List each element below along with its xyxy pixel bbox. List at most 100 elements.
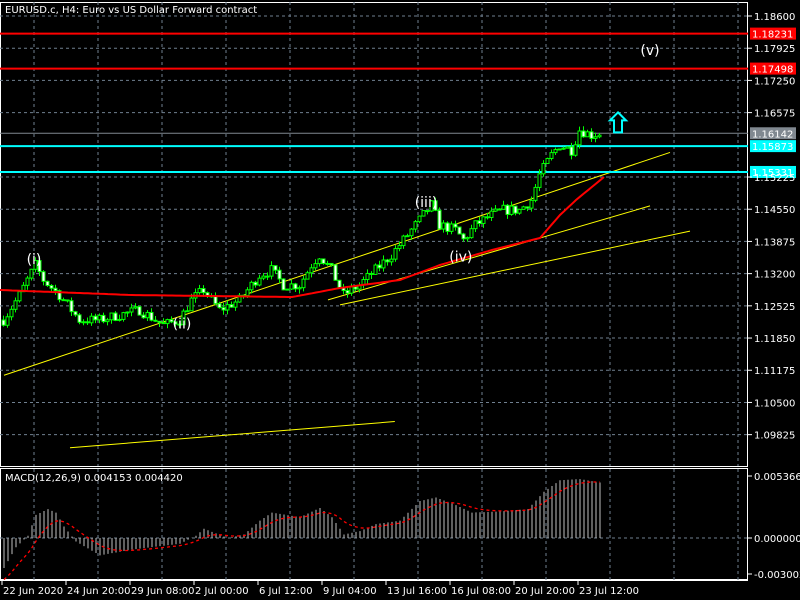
time-tick-label: 29 Jun 08:00 — [131, 586, 195, 597]
candle-body — [449, 223, 454, 232]
candle-body — [465, 237, 470, 240]
candle-body — [493, 208, 498, 212]
candle-body — [581, 130, 586, 138]
grid — [0, 2, 748, 580]
candle-body — [373, 264, 378, 275]
candle-body — [413, 221, 418, 230]
trendline[interactable] — [339, 230, 691, 306]
candle-body — [321, 258, 326, 264]
candle-body — [513, 205, 518, 214]
candle-body — [13, 300, 18, 310]
candle-body — [257, 277, 262, 286]
macd-tick-label: 0.005366 — [754, 472, 800, 483]
price-tick-label: 1.12525 — [754, 302, 795, 313]
candle-body — [253, 281, 258, 286]
macd-tick-label: -0.003002 — [754, 570, 800, 581]
candle-body — [137, 306, 142, 316]
trendline[interactable] — [327, 205, 651, 301]
up-arrow-icon — [607, 110, 629, 134]
candle-body — [69, 300, 74, 313]
candle-body — [77, 314, 82, 323]
candle-body — [293, 283, 298, 290]
time-tick-label: 23 Jul 12:00 — [579, 586, 639, 597]
candle-body — [561, 147, 566, 150]
wave-label: (ii) — [173, 317, 192, 333]
candle-body — [517, 208, 522, 214]
price-chart[interactable]: 1.182311.174981.161421.158731.15331 (i) (… — [0, 0, 800, 600]
candle-body — [297, 287, 302, 290]
chart-title: EURUSD.c, H4: Euro vs US Dollar Forward … — [5, 5, 257, 16]
candle-body — [5, 316, 10, 326]
candle-body — [365, 272, 370, 281]
candles — [1, 126, 602, 329]
candle-body — [61, 299, 66, 302]
candle-body — [549, 152, 554, 159]
candle-body — [589, 131, 594, 139]
up-arrow-icon — [607, 110, 629, 134]
candle-body — [317, 258, 322, 265]
candle-body — [161, 322, 166, 325]
candle-body — [437, 209, 442, 230]
horizontal-levels[interactable]: 1.182311.174981.161421.158731.15331 — [0, 27, 796, 179]
price-tick-label: 1.16575 — [754, 109, 795, 120]
candle-body — [145, 311, 150, 319]
price-tick-label: 1.13200 — [754, 270, 795, 281]
candle-body — [509, 205, 514, 215]
candle-body — [233, 301, 238, 308]
trendlines[interactable] — [3, 151, 691, 449]
candle-body — [569, 146, 574, 156]
candle-body — [45, 280, 50, 286]
candle-body — [497, 208, 502, 211]
time-tick-label: 24 Jun 20:00 — [67, 586, 131, 597]
candle-body — [49, 284, 54, 289]
candle-body — [421, 210, 426, 217]
candle-body — [65, 299, 70, 302]
candle-body — [185, 310, 190, 313]
candle-body — [309, 267, 314, 274]
candle-body — [285, 288, 290, 291]
candle-body — [369, 272, 374, 275]
candle-body — [557, 148, 562, 151]
trendline[interactable] — [3, 151, 671, 376]
candle-body — [261, 275, 266, 279]
candle-body — [501, 204, 506, 210]
resistance-level-label: 1.18231 — [752, 30, 793, 41]
candle-body — [269, 265, 274, 277]
price-tick-label: 1.13875 — [754, 237, 795, 248]
candle-body — [401, 235, 406, 247]
candle-body — [461, 233, 466, 240]
price-tick-label: 1.10500 — [754, 398, 795, 409]
candle-body — [477, 220, 482, 224]
candle-body — [585, 131, 590, 138]
candle-body — [453, 223, 458, 228]
candle-body — [53, 287, 58, 292]
macd-tick-label: 0.000000 — [754, 534, 800, 545]
candle-body — [381, 259, 386, 269]
candle-body — [121, 312, 126, 320]
candle-body — [389, 258, 394, 263]
candle-body — [249, 281, 254, 291]
candle-body — [113, 312, 118, 321]
candle-body — [305, 272, 310, 280]
price-tick-label: 1.11175 — [754, 366, 795, 377]
candle-body — [593, 136, 598, 139]
candle-body — [1, 319, 6, 326]
candle-body — [281, 278, 286, 291]
candle-body — [457, 226, 462, 235]
candle-body — [301, 278, 306, 289]
candle-body — [289, 283, 294, 290]
price-tick-label: 1.15225 — [754, 173, 795, 184]
candle-body — [469, 228, 474, 239]
candle-body — [521, 206, 526, 210]
axes: 1.18600 1.17925 1.17250 1.16575 1.15225 1.145… — [0, 12, 800, 597]
time-tick-label: 2 Jul 00:00 — [195, 586, 249, 597]
trendline[interactable] — [69, 421, 395, 449]
candle-body — [353, 286, 358, 290]
candle-body — [573, 144, 578, 156]
wave-label: (i) — [27, 252, 42, 268]
candle-body — [329, 262, 334, 266]
candle-body — [141, 314, 146, 319]
candle-body — [221, 307, 226, 311]
candle-body — [105, 319, 110, 323]
price-tick-label: 1.17925 — [754, 44, 795, 55]
